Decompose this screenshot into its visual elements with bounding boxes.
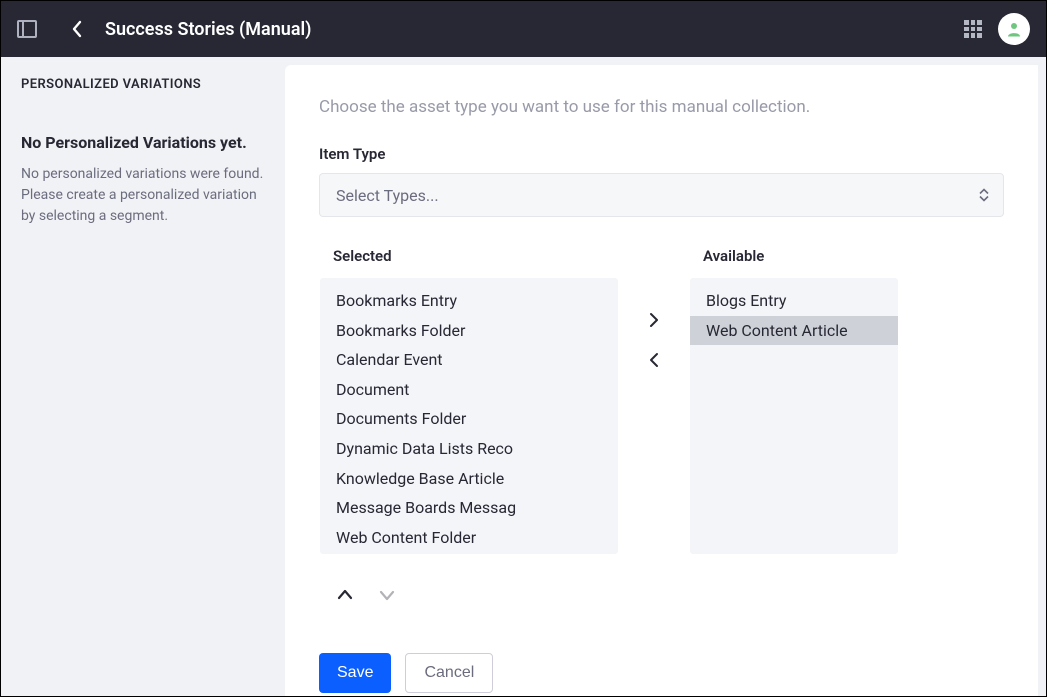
chevron-left-icon — [649, 352, 659, 368]
back-button[interactable] — [65, 17, 89, 41]
sidebar: PERSONALIZED VARIATIONS No Personalized … — [1, 57, 285, 696]
apps-menu-icon[interactable] — [964, 20, 982, 38]
list-item[interactable]: Knowledge Base Article — [320, 464, 618, 494]
item-type-select[interactable]: Select Types... — [319, 173, 1004, 217]
panel-toggle-icon[interactable] — [17, 20, 37, 38]
list-item[interactable]: Document — [320, 375, 618, 405]
page-title: Success Stories (Manual) — [105, 19, 311, 40]
move-down-button[interactable] — [375, 583, 399, 607]
sidebar-empty-description: No personalized variations were found. P… — [21, 164, 265, 227]
list-item[interactable]: Bookmarks Folder — [320, 316, 618, 346]
chevron-right-icon — [649, 312, 659, 328]
list-item[interactable]: Dynamic Data Lists Reco — [320, 434, 618, 464]
list-item[interactable]: Web Content Article — [690, 316, 898, 346]
item-type-label: Item Type — [319, 145, 1004, 163]
person-icon — [1005, 20, 1023, 38]
cancel-button[interactable]: Cancel — [405, 653, 493, 693]
header-right — [964, 13, 1030, 45]
transfer-lists: Selected Bookmarks EntryBookmarks Folder… — [319, 247, 1004, 607]
select-placeholder: Select Types... — [336, 186, 439, 205]
sidebar-heading: PERSONALIZED VARIATIONS — [21, 77, 265, 92]
list-item[interactable]: Message Boards Messag — [320, 493, 618, 523]
header-left: Success Stories (Manual) — [17, 17, 311, 41]
list-item[interactable]: Documents Folder — [320, 404, 618, 434]
list-item[interactable]: Calendar Event — [320, 345, 618, 375]
chevron-down-icon — [379, 589, 395, 601]
list-item[interactable]: Blogs Entry — [690, 286, 898, 316]
list-item[interactable]: Bookmarks Entry — [320, 286, 618, 316]
reorder-controls — [333, 583, 619, 607]
list-item[interactable]: Web Content Folder — [320, 523, 618, 553]
selected-listbox[interactable]: Bookmarks EntryBookmarks FolderCalendar … — [319, 277, 619, 555]
footer-buttons: Save Cancel — [319, 653, 1004, 693]
user-avatar[interactable] — [998, 13, 1030, 45]
save-button[interactable]: Save — [319, 653, 391, 693]
app-header: Success Stories (Manual) — [1, 1, 1046, 57]
chevron-left-icon — [71, 20, 83, 38]
selected-label: Selected — [333, 247, 619, 265]
select-caret-icon — [979, 189, 989, 202]
available-listbox[interactable]: Blogs EntryWeb Content Article — [689, 277, 899, 555]
intro-text: Choose the asset type you want to use fo… — [319, 97, 1004, 117]
selected-column: Selected Bookmarks EntryBookmarks Folder… — [319, 247, 619, 607]
body: PERSONALIZED VARIATIONS No Personalized … — [1, 57, 1046, 696]
available-label: Available — [703, 247, 899, 265]
available-column: Available Blogs EntryWeb Content Article — [689, 247, 899, 555]
sidebar-empty-title: No Personalized Variations yet. — [21, 132, 265, 154]
move-up-button[interactable] — [333, 583, 357, 607]
list-item[interactable]: Wiki Page — [320, 552, 618, 555]
chevron-up-icon — [337, 589, 353, 601]
move-right-button[interactable] — [637, 303, 671, 337]
transfer-controls — [637, 303, 671, 377]
main-panel: Choose the asset type you want to use fo… — [285, 65, 1038, 696]
move-left-button[interactable] — [637, 343, 671, 377]
